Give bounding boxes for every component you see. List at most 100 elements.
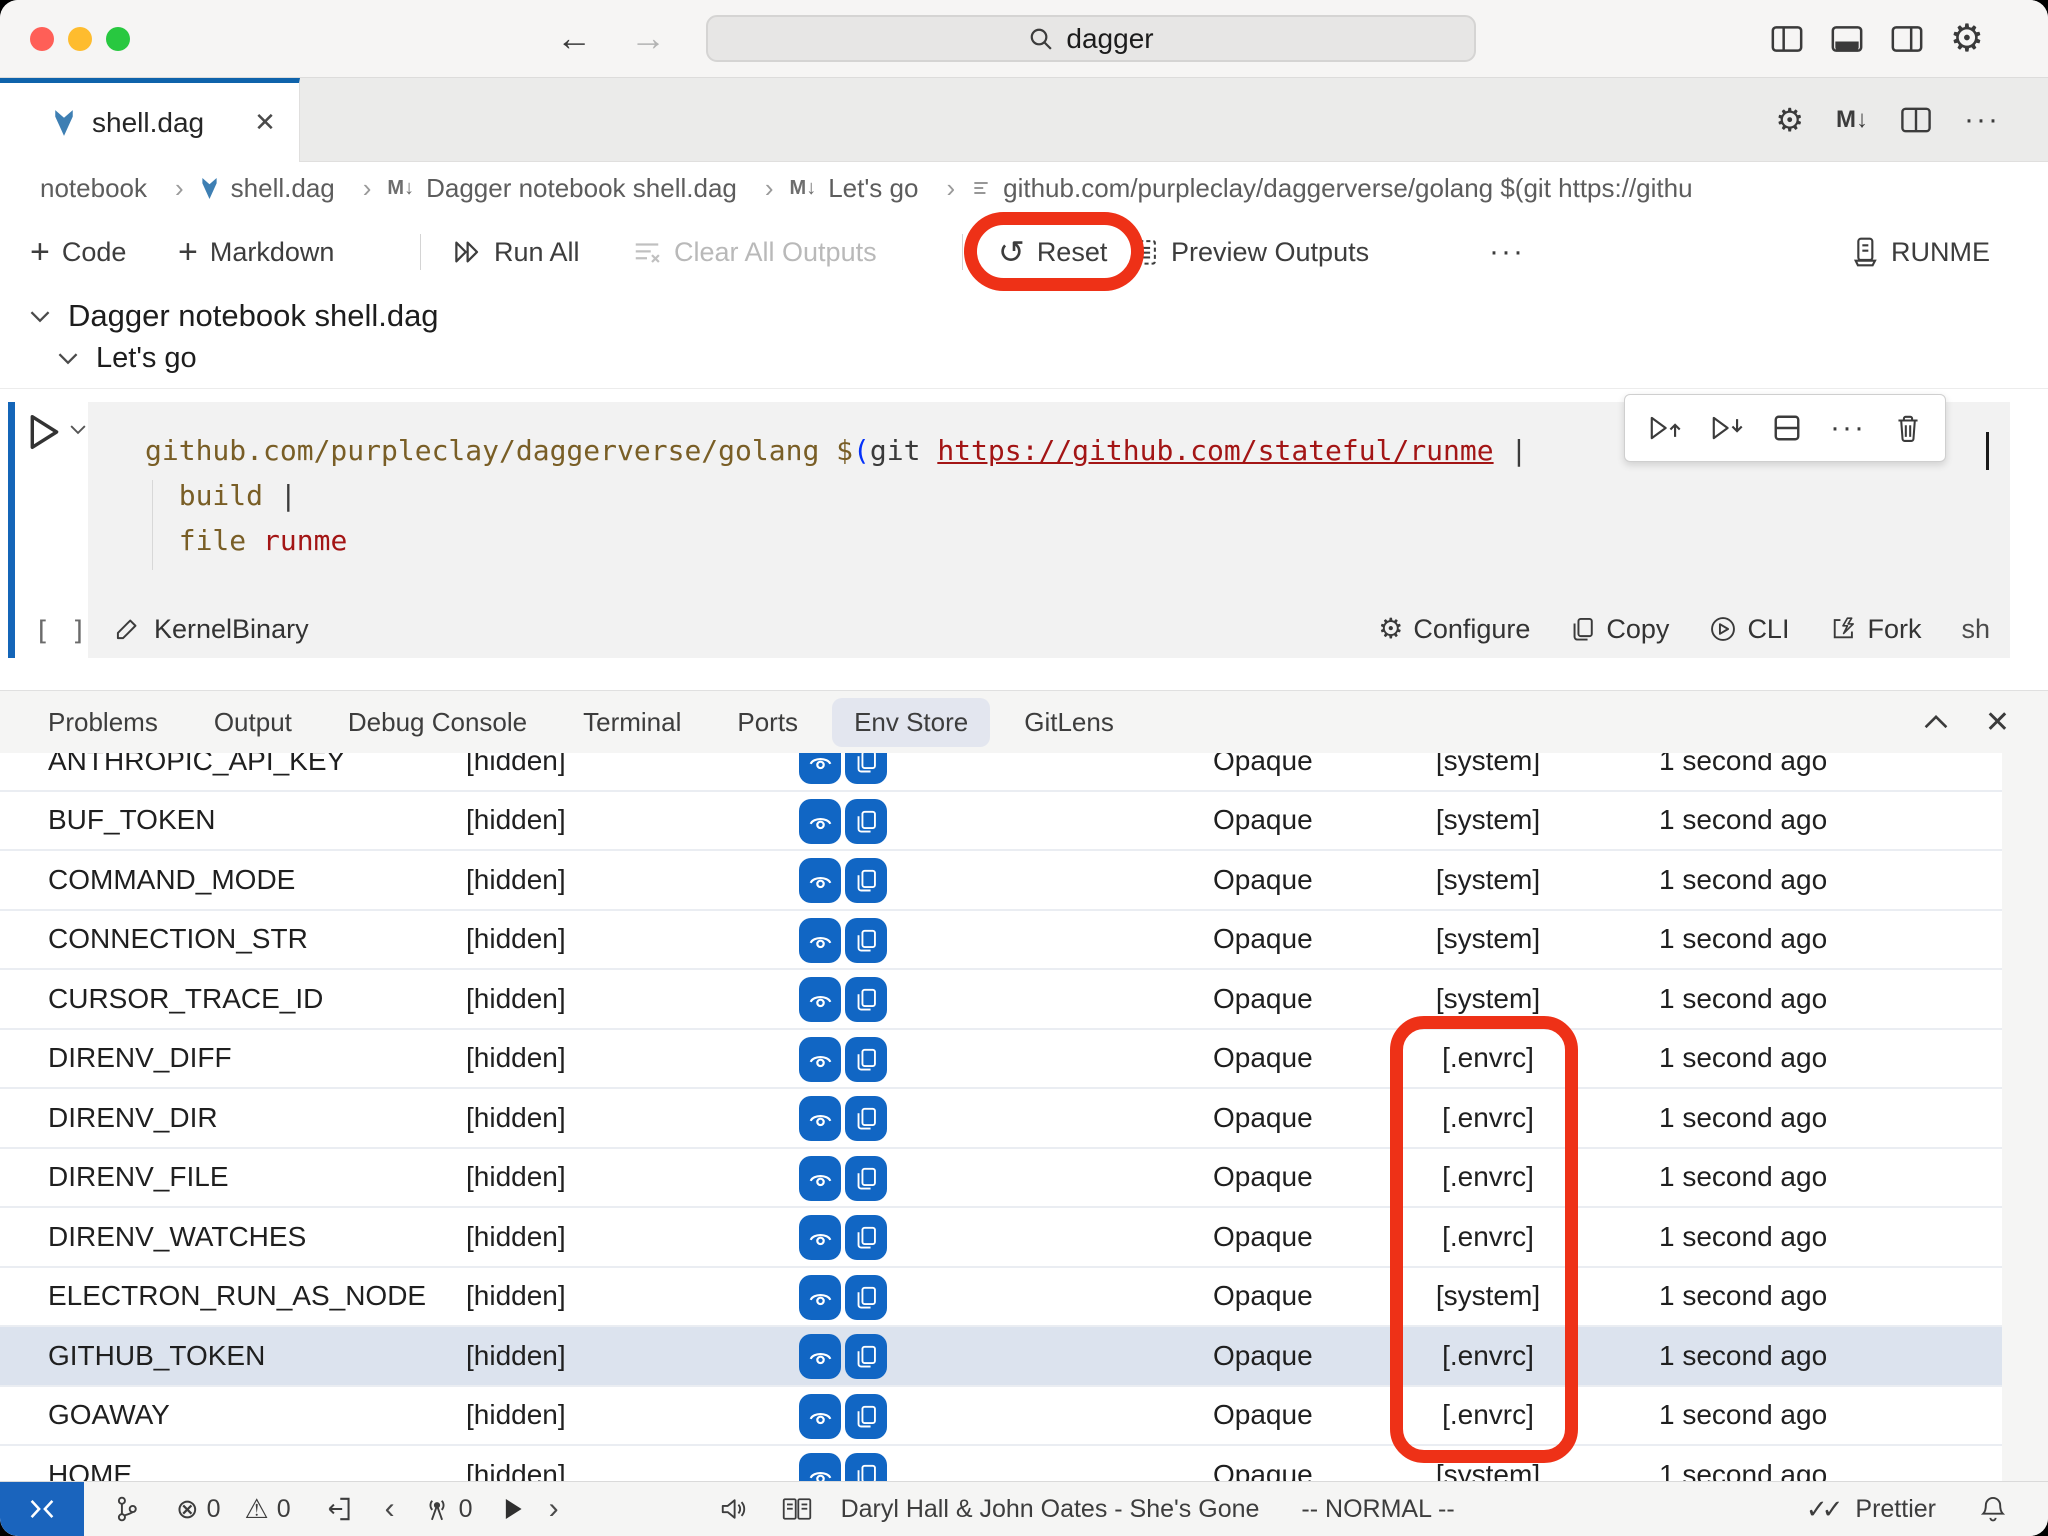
copy-value-button[interactable] (845, 977, 887, 1022)
table-row[interactable]: DIRENV_DIFF [hidden] Opaque [.envrc] 1 s… (0, 1030, 2002, 1090)
preview-outputs-button[interactable]: Preview Outputs (1133, 214, 1369, 290)
reveal-value-button[interactable] (799, 1334, 841, 1379)
cell-language-label[interactable]: sh (1961, 614, 1990, 645)
cli-button[interactable]: CLI (1709, 614, 1789, 645)
reveal-value-button[interactable] (799, 977, 841, 1022)
session-log-icon[interactable] (325, 1495, 353, 1523)
speaker-icon[interactable] (719, 1496, 749, 1522)
panel-tab[interactable]: Problems (48, 698, 158, 747)
copy-value-button[interactable] (845, 918, 887, 963)
command-center-search[interactable]: dagger (706, 15, 1476, 62)
reveal-value-button[interactable] (799, 918, 841, 963)
copy-value-button[interactable] (845, 1096, 887, 1141)
copy-value-button[interactable] (845, 753, 887, 784)
execute-above-icon[interactable] (1648, 413, 1682, 443)
errors-indicator[interactable]: ⊗ 0 (176, 1495, 221, 1524)
reveal-value-button[interactable] (799, 858, 841, 903)
runme-button[interactable]: RUNME (1851, 214, 1990, 290)
chevron-right-icon[interactable]: › (549, 1492, 559, 1526)
copy-value-button[interactable] (845, 1215, 887, 1260)
play-icon[interactable] (503, 1497, 523, 1521)
configure-button[interactable]: ⚙ Configure (1378, 614, 1530, 645)
cell-more-actions-icon[interactable]: ··· (1830, 411, 1866, 445)
tab-close-icon[interactable]: ✕ (254, 107, 276, 138)
close-window-button[interactable] (30, 27, 54, 51)
split-editor-icon[interactable] (1900, 105, 1932, 135)
table-row[interactable]: DIRENV_FILE [hidden] Opaque [.envrc] 1 s… (0, 1149, 2002, 1209)
notifications-bell-icon[interactable] (1980, 1494, 2006, 1524)
reveal-value-button[interactable] (799, 799, 841, 844)
run-all-button[interactable]: Run All (452, 214, 580, 290)
add-markdown-cell-button[interactable]: + Markdown (178, 214, 334, 290)
close-panel-icon[interactable]: ✕ (1985, 705, 2010, 740)
copy-value-button[interactable] (845, 1334, 887, 1379)
table-row[interactable]: DIRENV_DIR [hidden] Opaque [.envrc] 1 se… (0, 1089, 2002, 1149)
run-options-chevron-icon[interactable] (70, 424, 86, 435)
source-control-graph-icon[interactable] (114, 1495, 140, 1523)
code-editor[interactable]: github.com/purpleclay/daggerverse/golang… (145, 428, 1527, 563)
clear-all-outputs-button[interactable]: Clear All Outputs (632, 214, 877, 290)
collapse-chevron-icon[interactable] (30, 310, 50, 323)
minimize-window-button[interactable] (68, 27, 92, 51)
reveal-value-button[interactable] (799, 1037, 841, 1082)
breadcrumb-item[interactable]: shell.dag (200, 173, 388, 204)
panel-tab[interactable]: Output (214, 698, 292, 747)
copy-value-button[interactable] (845, 1037, 887, 1082)
table-row[interactable]: BUF_TOKEN [hidden] Opaque [system] 1 sec… (0, 792, 2002, 852)
table-row[interactable]: ANTHROPIC_API_KEY [hidden] Opaque [syste… (0, 753, 2002, 792)
notebook-kernel-gear-icon[interactable]: ⚙ (1775, 104, 1804, 136)
table-row[interactable]: ELECTRON_RUN_AS_NODE [hidden] Opaque [sy… (0, 1268, 2002, 1328)
panel-tab[interactable]: Terminal (583, 698, 681, 747)
copy-value-button[interactable] (845, 858, 887, 903)
more-actions-icon[interactable]: ··· (1964, 103, 2000, 137)
execute-below-icon[interactable] (1710, 413, 1744, 443)
add-code-cell-button[interactable]: + Code (30, 214, 126, 290)
copy-value-button[interactable] (845, 799, 887, 844)
table-row[interactable]: COMMAND_MODE [hidden] Opaque [system] 1 … (0, 851, 2002, 911)
toolbar-more-icon[interactable]: ··· (1489, 214, 1525, 290)
toggle-panel-icon[interactable] (1830, 24, 1864, 54)
breadcrumb-item[interactable]: M↓ Dagger notebook shell.dag (387, 173, 789, 204)
fork-button[interactable]: Fork (1829, 614, 1921, 645)
table-row[interactable]: CONNECTION_STR [hidden] Opaque [system] … (0, 911, 2002, 971)
warnings-indicator[interactable]: ⚠ 0 (245, 1495, 291, 1524)
table-row[interactable]: HOME [hidden] Opaque [system] 1 second a… (0, 1446, 2002, 1482)
split-cell-icon[interactable] (1772, 413, 1802, 443)
reveal-value-button[interactable] (799, 1394, 841, 1439)
reveal-value-button[interactable] (799, 753, 841, 784)
breadcrumb-item[interactable]: notebook (40, 173, 200, 204)
copy-value-button[interactable] (845, 1453, 887, 1482)
panel-tab[interactable]: GitLens (1024, 698, 1114, 747)
table-row[interactable]: DIRENV_WATCHES [hidden] Opaque [.envrc] … (0, 1208, 2002, 1268)
forward-button[interactable]: → (630, 14, 666, 62)
broadcast-indicator[interactable]: 0 (423, 1495, 473, 1524)
remote-indicator[interactable] (0, 1482, 84, 1536)
panel-tab[interactable]: Env Store (832, 698, 990, 747)
kernel-selector[interactable]: KernelBinary (114, 614, 309, 645)
panel-tab[interactable]: Debug Console (348, 698, 527, 747)
reveal-value-button[interactable] (799, 1215, 841, 1260)
vim-mode-indicator[interactable]: -- NORMAL -- (1301, 1495, 1454, 1524)
copy-value-button[interactable] (845, 1275, 887, 1320)
toggle-primary-sidebar-icon[interactable] (1770, 24, 1804, 54)
reset-button[interactable]: ↺ Reset (998, 214, 1107, 290)
table-row[interactable]: GITHUB_TOKEN [hidden] Opaque [.envrc] 1 … (0, 1327, 2002, 1387)
tab-shell-dag[interactable]: shell.dag ✕ (0, 78, 300, 162)
run-cell-button[interactable] (26, 412, 62, 452)
table-row[interactable]: GOAWAY [hidden] Opaque [.envrc] 1 second… (0, 1387, 2002, 1447)
reveal-value-button[interactable] (799, 1275, 841, 1320)
copy-value-button[interactable] (845, 1156, 887, 1201)
table-row[interactable]: CURSOR_TRACE_ID [hidden] Opaque [system]… (0, 970, 2002, 1030)
back-button[interactable]: ← (556, 14, 592, 62)
settings-gear-icon[interactable]: ⚙ (1950, 20, 1984, 58)
reveal-value-button[interactable] (799, 1096, 841, 1141)
chevron-left-icon[interactable]: ‹ (385, 1492, 395, 1526)
breadcrumb-item[interactable]: github.com/purpleclay/daggerverse/golang… (971, 173, 1692, 204)
panel-tab[interactable]: Ports (737, 698, 798, 747)
delete-cell-icon[interactable] (1894, 413, 1922, 443)
collapse-chevron-icon[interactable] (58, 352, 78, 365)
copy-cell-button[interactable]: Copy (1570, 614, 1669, 645)
prettier-indicator[interactable]: ✓✓ Prettier (1806, 1494, 1936, 1525)
now-playing-label[interactable]: Daryl Hall & John Oates - She's Gone (841, 1495, 1260, 1524)
reveal-value-button[interactable] (799, 1156, 841, 1201)
